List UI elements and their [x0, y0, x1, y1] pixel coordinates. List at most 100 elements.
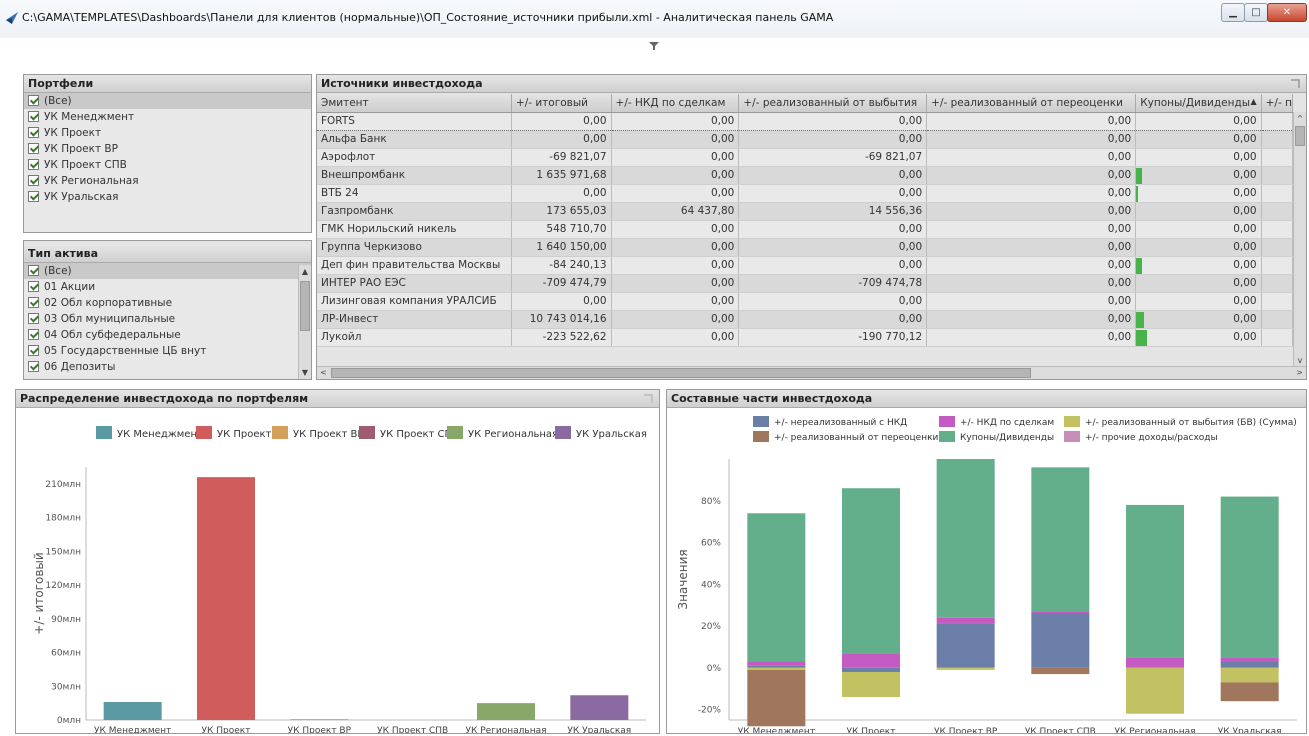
- checkbox-checked-icon[interactable]: [28, 127, 39, 138]
- asset-type-item[interactable]: 02 Обл корпоративные: [24, 295, 311, 311]
- x-tick-label: УК Проект ВР: [288, 726, 352, 734]
- table-row[interactable]: Группа Черкизово 1 640 150,00 0,00 0,00 0,00…: [317, 238, 1293, 257]
- portfolio-item[interactable]: УК Региональная: [24, 173, 311, 189]
- minimize-button[interactable]: ▁: [1221, 3, 1245, 22]
- scroll-up-icon[interactable]: ▲: [299, 265, 311, 278]
- table-row[interactable]: Газпромбанк 173 655,03 64 437,80 14 556,36 0…: [317, 202, 1293, 221]
- column-header-label: Купоны/Дивиденды: [1140, 96, 1251, 109]
- table-row[interactable]: Внешпромбанк 1 635 971,68 0,00 0,00 0,00 0,00: [317, 166, 1293, 185]
- portfolio-item[interactable]: УК Проект ВР: [24, 141, 311, 157]
- checkbox-checked-icon[interactable]: [28, 329, 39, 340]
- table-row[interactable]: Лизинговая компания УРАЛСИБ 0,00 0,00 0,00 0…: [317, 292, 1293, 311]
- scroll-thumb[interactable]: [331, 368, 1031, 378]
- filter-icon[interactable]: [648, 40, 660, 52]
- scroll-thumb[interactable]: [300, 281, 310, 331]
- column-header[interactable]: +/- итоговый: [511, 94, 612, 113]
- value-cell: 0,00: [738, 111, 928, 131]
- portfolio-item[interactable]: (Все): [24, 93, 311, 109]
- asset-type-item[interactable]: 05 Государственные ЦБ внут: [24, 343, 311, 359]
- cell-text: 0,00: [583, 115, 607, 127]
- column-header[interactable]: +/- реализованный от переоценки: [926, 94, 1137, 113]
- sources-table: Эмитент +/- итоговый +/- НКД по сделкам +/-…: [317, 94, 1293, 347]
- value-cell: 0,00: [738, 238, 928, 257]
- column-header[interactable]: Купоны/Дивиденды ▲: [1135, 94, 1262, 113]
- column-header[interactable]: +/- п: [1261, 94, 1293, 113]
- asset-type-item[interactable]: 04 Обл субфедеральные: [24, 327, 311, 343]
- checkbox-checked-icon[interactable]: [28, 159, 39, 170]
- portfolio-item[interactable]: УК Проект: [24, 125, 311, 141]
- checkbox-checked-icon[interactable]: [28, 345, 39, 356]
- table-row[interactable]: ЛР-Инвест 10 743 014,16 0,00 0,00 0,00 0,00: [317, 310, 1293, 329]
- stacked-bar-segment: [842, 667, 900, 672]
- scroll-right-icon[interactable]: >: [1293, 367, 1306, 379]
- y-tick-label: 80%: [701, 497, 721, 507]
- portfolio-item[interactable]: УК Проект СПВ: [24, 157, 311, 173]
- legend-label: +/- реализованный от выбытия (БВ) (Сумма…: [1085, 418, 1297, 428]
- table-row[interactable]: Лукойл -223 522,62 0,00 -190 770,12 0,00 0,00: [317, 328, 1293, 347]
- checkbox-checked-icon[interactable]: [28, 361, 39, 372]
- legend-swatch: [96, 426, 112, 439]
- column-header[interactable]: +/- НКД по сделкам: [611, 94, 740, 113]
- sort-ascending-icon[interactable]: ▲: [1250, 97, 1256, 106]
- column-header[interactable]: Эмитент: [317, 94, 512, 113]
- scroll-down-icon[interactable]: ▼: [299, 366, 311, 379]
- value-cell: 0,00: [926, 111, 1137, 131]
- stacked-bar-segment: [747, 661, 806, 666]
- cell-text: 0,00: [583, 295, 607, 307]
- table-row[interactable]: FORTS 0,00 0,00 0,00 0,00 0,00: [317, 111, 1293, 131]
- value-cell: 0,00: [611, 220, 740, 239]
- checkbox-checked-icon[interactable]: [28, 191, 39, 202]
- asset-type-scrollbar[interactable]: ▲ ▼: [298, 265, 311, 379]
- stacked-bar-segment: [1220, 667, 1279, 683]
- scroll-left-icon[interactable]: <: [317, 367, 330, 379]
- value-cell: 0,00: [611, 184, 740, 203]
- issuer-cell: ВТБ 24: [317, 184, 512, 203]
- asset-type-item[interactable]: 01 Акции: [24, 279, 311, 295]
- y-tick-label: 90млн: [51, 615, 81, 625]
- asset-type-item[interactable]: (Все): [24, 263, 311, 279]
- scroll-up-icon[interactable]: ^: [1294, 112, 1306, 125]
- table-row[interactable]: ИНТЕР РАО ЕЭС -709 474,79 0,00 -709 474,78 0…: [317, 274, 1293, 293]
- table-row[interactable]: Аэрофлот -69 821,07 0,00 -69 821,07 0,00 0,00: [317, 148, 1293, 167]
- cell-text: 0,00: [1107, 187, 1132, 199]
- portfolio-item[interactable]: УК Уральская: [24, 189, 311, 205]
- table-row[interactable]: ГМК Норильский никель 548 710,70 0,00 0,00 0…: [317, 220, 1293, 239]
- table-row[interactable]: Деп фин правительства Москвы -84 240,13 0,…: [317, 256, 1293, 275]
- coupon-bar: [1136, 311, 1145, 327]
- value-cell: -84 240,13: [511, 256, 612, 275]
- scroll-thumb[interactable]: [1295, 126, 1305, 146]
- value-cell: [1261, 328, 1293, 347]
- checkbox-checked-icon[interactable]: [28, 297, 39, 308]
- checkbox-checked-icon[interactable]: [28, 111, 39, 122]
- checkbox-checked-icon[interactable]: [28, 265, 39, 276]
- expand-icon[interactable]: [643, 394, 653, 404]
- table-row[interactable]: ВТБ 24 0,00 0,00 0,00 0,00 0,00: [317, 184, 1293, 203]
- y-tick-label: 40%: [701, 580, 721, 590]
- checkbox-checked-icon[interactable]: [28, 95, 39, 106]
- asset-type-item[interactable]: 03 Обл муниципальные: [24, 311, 311, 327]
- asset-type-item[interactable]: 06 Депозиты: [24, 359, 311, 375]
- expand-icon[interactable]: [1290, 79, 1300, 89]
- table-row[interactable]: Альфа Банк 0,00 0,00 0,00 0,00 0,00: [317, 130, 1293, 149]
- value-cell: 0,00: [926, 310, 1137, 329]
- sources-vscrollbar[interactable]: ^ v: [1293, 112, 1306, 367]
- maximize-button[interactable]: □: [1244, 3, 1268, 22]
- value-cell: [1261, 130, 1293, 149]
- value-cell: 0,00: [1135, 310, 1262, 329]
- column-header[interactable]: +/- реализованный от выбытия: [738, 94, 928, 113]
- checkbox-checked-icon[interactable]: [28, 313, 39, 324]
- cell-text: 0,00: [710, 133, 735, 145]
- close-button[interactable]: ✕: [1267, 3, 1307, 22]
- checkbox-checked-icon[interactable]: [28, 143, 39, 154]
- stacked-bar-segment: [1220, 661, 1279, 668]
- y-tick-label: 0млн: [57, 716, 81, 726]
- value-cell: 0,00: [738, 292, 928, 311]
- checkbox-checked-icon[interactable]: [28, 281, 39, 292]
- value-cell: 0,00: [1135, 256, 1262, 275]
- portfolio-item[interactable]: УК Менеджмент: [24, 109, 311, 125]
- sources-hscrollbar[interactable]: < >: [317, 366, 1306, 379]
- value-cell: 0,00: [511, 130, 612, 149]
- cell-text: Деп фин правительства Москвы: [321, 259, 501, 271]
- issuer-cell: ИНТЕР РАО ЕЭС: [317, 274, 512, 293]
- checkbox-checked-icon[interactable]: [28, 175, 39, 186]
